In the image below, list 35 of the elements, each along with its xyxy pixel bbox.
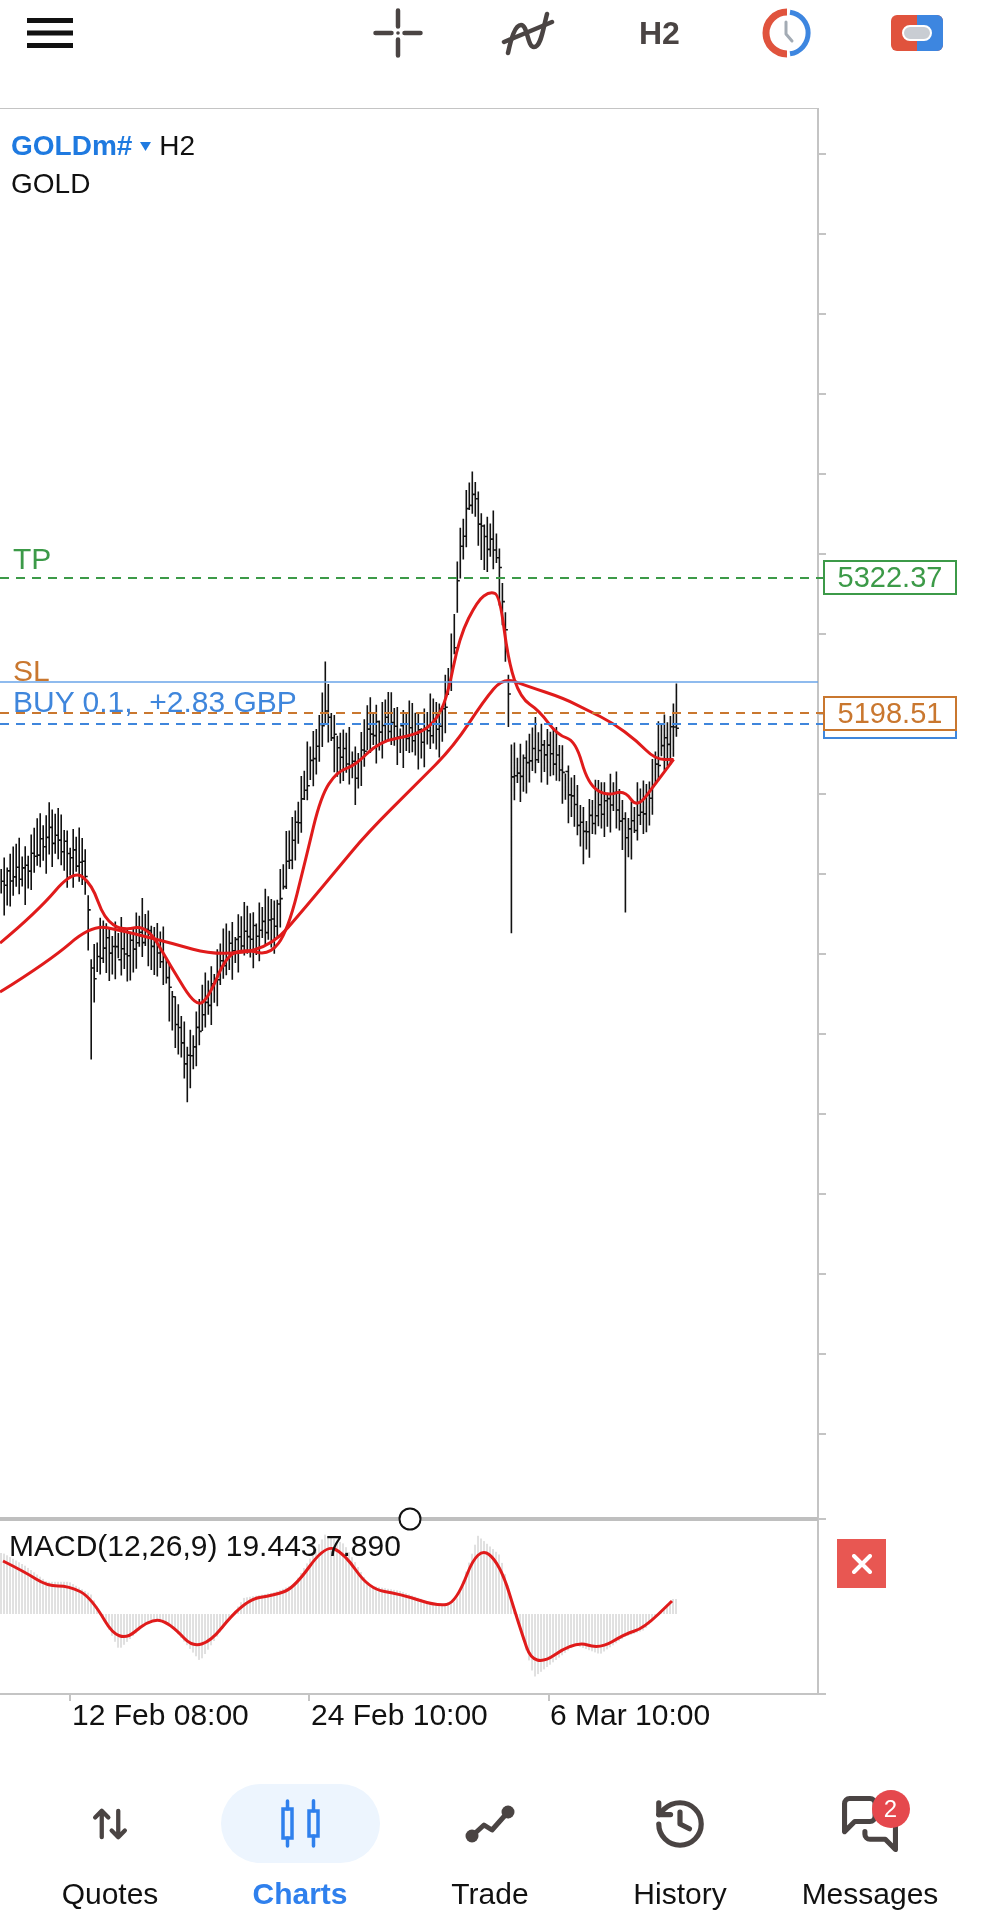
history-icon bbox=[655, 1798, 705, 1849]
stop-loss-label: SL bbox=[13, 656, 50, 686]
close-icon bbox=[851, 1553, 872, 1574]
price-tag: 5322.37 bbox=[823, 560, 957, 595]
take-profit-line[interactable] bbox=[0, 577, 824, 579]
candlestick-icon bbox=[279, 1799, 321, 1848]
time-axis-label: 12 Feb 08:00 bbox=[72, 1700, 249, 1730]
timeframe-button[interactable]: H2 bbox=[639, 17, 680, 49]
indicator-label: MACD(12,26,9) 19.443 7.890 bbox=[9, 1531, 401, 1561]
caret-icon[interactable] bbox=[140, 141, 152, 151]
curve-icon[interactable] bbox=[501, 9, 555, 57]
unread-badge: 2 bbox=[871, 1790, 910, 1828]
price-tag: 5198.51 bbox=[823, 696, 957, 731]
stop-loss-line[interactable] bbox=[0, 712, 824, 714]
nav-tab[interactable]: Trade bbox=[395, 1760, 585, 1920]
nav-tab[interactable]: 2 Messages bbox=[775, 1760, 965, 1920]
nav-tab[interactable]: Charts bbox=[205, 1760, 395, 1920]
split-tile-icon[interactable] bbox=[890, 15, 943, 51]
time-axis-label: 24 Feb 10:00 bbox=[311, 1700, 488, 1730]
up-down-arrows-icon bbox=[90, 1806, 130, 1841]
crosshair-icon[interactable] bbox=[373, 8, 423, 58]
resize-handle[interactable] bbox=[398, 1507, 422, 1531]
close-button[interactable] bbox=[837, 1539, 886, 1588]
nav-tab[interactable]: History bbox=[585, 1760, 775, 1920]
nav-tab[interactable]: Quotes bbox=[15, 1760, 205, 1920]
position-label: BUY 0.1, +2.83 GBP bbox=[13, 687, 297, 717]
timeframe-label: H2 bbox=[159, 132, 196, 160]
time-axis-label: 6 Mar 10:00 bbox=[550, 1700, 711, 1730]
clock-icon[interactable] bbox=[761, 8, 812, 58]
menu-icon[interactable] bbox=[27, 18, 73, 48]
line-graph-icon bbox=[465, 1804, 515, 1843]
position-line[interactable] bbox=[0, 723, 824, 725]
take-profit-label: TP bbox=[13, 544, 52, 574]
symbol-name[interactable]: GOLDm# bbox=[11, 132, 133, 160]
symbol-description: GOLD bbox=[11, 170, 91, 198]
